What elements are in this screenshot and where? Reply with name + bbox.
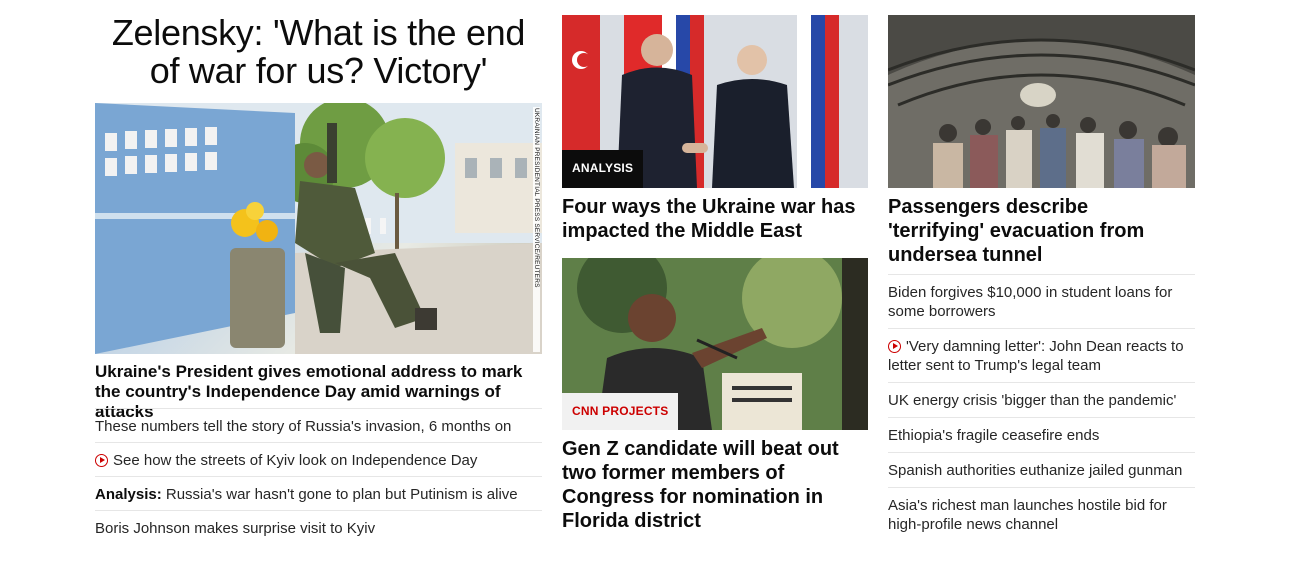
tunnel-story-link[interactable]: Passengers describe 'terrifying' evacuat…: [888, 196, 1144, 266]
analysis-label: Analysis:: [95, 486, 162, 503]
headline-link-3[interactable]: UK energy crisis 'bigger than the pandem…: [888, 392, 1176, 409]
related-link-3[interactable]: Russia's war hasn't gone to plan but Put…: [166, 486, 518, 503]
headline-link-5[interactable]: Spanish authorities euthanize jailed gun…: [888, 462, 1182, 479]
middle-column: ANALYSIS Four ways the Ukraine war has i…: [562, 15, 868, 555]
list-item[interactable]: These numbers tell the story of Russia's…: [95, 408, 542, 442]
list-item[interactable]: Analysis: Russia's war hasn't gone to pl…: [95, 476, 542, 510]
main-headline[interactable]: Zelensky: 'What is the end of war for us…: [95, 14, 542, 90]
list-item[interactable]: Spanish authorities euthanize jailed gun…: [888, 452, 1195, 487]
headlines-list: Biden forgives $10,000 in student loans …: [888, 274, 1195, 541]
right-column: Passengers describe 'terrifying' evacuat…: [888, 15, 1195, 555]
play-video-icon: [888, 340, 901, 353]
gen-z-candidate-story-link[interactable]: Gen Z candidate will beat out two former…: [562, 438, 839, 532]
related-link-1[interactable]: These numbers tell the story of Russia's…: [95, 418, 511, 435]
hero-photo-illustration: [95, 103, 542, 354]
list-item[interactable]: Biden forgives $10,000 in student loans …: [888, 274, 1195, 328]
play-video-icon: [95, 454, 108, 467]
erdogan-putin-photo[interactable]: ANALYSIS: [562, 15, 868, 188]
headline-link-2[interactable]: 'Very damning letter': John Dean reacts …: [888, 338, 1184, 374]
related-link-2[interactable]: See how the streets of Kyiv look on Inde…: [113, 452, 477, 469]
list-item[interactable]: UK energy crisis 'bigger than the pandem…: [888, 382, 1195, 417]
related-link-4[interactable]: Boris Johnson makes surprise visit to Ky…: [95, 520, 375, 537]
story-headline[interactable]: Passengers describe 'terrifying' evacuat…: [888, 195, 1188, 267]
analysis-badge: ANALYSIS: [562, 150, 644, 188]
middle-east-story-link[interactable]: Four ways the Ukraine war has impacted t…: [562, 196, 855, 242]
lead-story: Zelensky: 'What is the end of war for us…: [95, 14, 542, 537]
story-headline[interactable]: Four ways the Ukraine war has impacted t…: [562, 195, 868, 243]
cnn-projects-badge: CNN PROJECTS: [562, 393, 679, 430]
zelensky-memorial-photo[interactable]: UKRAINIAN PRESIDENTIAL PRESS SERVICE/REU…: [95, 103, 542, 354]
related-links-list: These numbers tell the story of Russia's…: [95, 408, 542, 544]
headline-link-1[interactable]: Biden forgives $10,000 in student loans …: [888, 284, 1172, 320]
list-item[interactable]: 'Very damning letter': John Dean reacts …: [888, 328, 1195, 382]
headline-link-6[interactable]: Asia's richest man launches hostile bid …: [888, 497, 1167, 533]
main-headline-link[interactable]: Zelensky: 'What is the end of war for us…: [112, 12, 526, 91]
headline-link-4[interactable]: Ethiopia's fragile ceasefire ends: [888, 427, 1099, 444]
list-item[interactable]: Asia's richest man launches hostile bid …: [888, 487, 1195, 541]
story-headline[interactable]: Gen Z candidate will beat out two former…: [562, 437, 868, 533]
hero-photo-credit: UKRAINIAN PRESIDENTIAL PRESS SERVICE/REU…: [533, 107, 540, 352]
undersea-tunnel-photo[interactable]: [888, 15, 1195, 188]
list-item[interactable]: Boris Johnson makes surprise visit to Ky…: [95, 510, 542, 544]
list-item[interactable]: Ethiopia's fragile ceasefire ends: [888, 417, 1195, 452]
photo-illustration: [888, 15, 1195, 188]
list-item[interactable]: See how the streets of Kyiv look on Inde…: [95, 442, 542, 476]
gen-z-candidate-photo[interactable]: CNN PROJECTS: [562, 258, 868, 430]
